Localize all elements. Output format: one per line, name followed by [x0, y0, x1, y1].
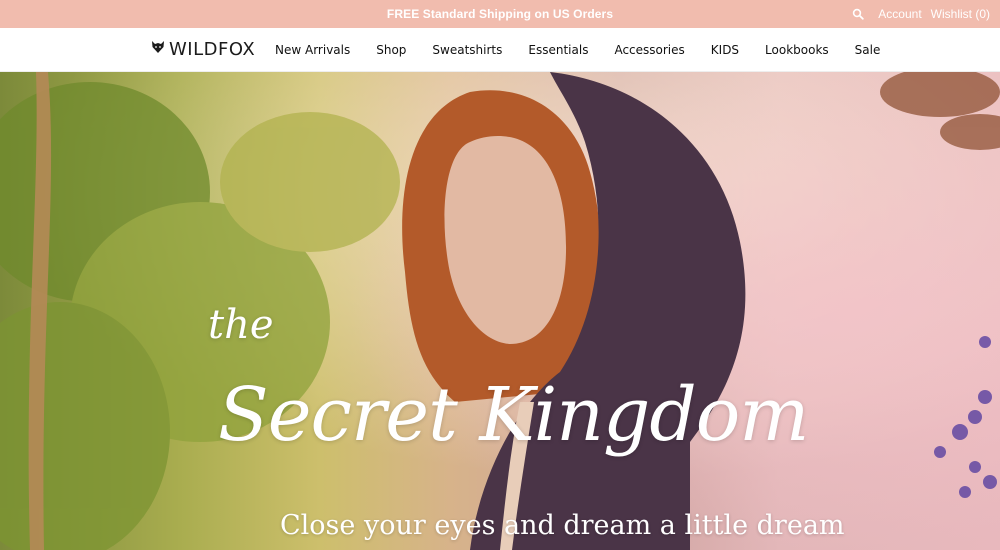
fox-head-icon	[150, 39, 166, 60]
wishlist-link[interactable]: Wishlist (0)	[931, 7, 990, 21]
shipping-promo[interactable]: FREE Standard Shipping on US Orders	[0, 0, 1000, 28]
nav-item-new-arrivals[interactable]: New Arrivals	[275, 43, 350, 57]
hero-headline: Secret Kingdom	[218, 372, 809, 458]
hero-image	[0, 72, 1000, 550]
nav-item-lookbooks[interactable]: Lookbooks	[765, 43, 829, 57]
headline-prefix: the	[208, 302, 274, 348]
hero-tagline: Close your eyes and dream a little dream	[280, 510, 845, 541]
nav-item-sweatshirts[interactable]: Sweatshirts	[432, 43, 502, 57]
announcement-bar: FREE Standard Shipping on US Orders Acco…	[0, 0, 1000, 28]
site-logo[interactable]: WILDFOX	[150, 37, 255, 61]
logo-text: WILDFOX	[169, 38, 256, 60]
nav-item-accessories[interactable]: Accessories	[614, 43, 684, 57]
hero-banner[interactable]: the Secret Kingdom Close your eyes and d…	[0, 72, 1000, 550]
search-icon[interactable]	[852, 8, 864, 20]
nav-menu: New Arrivals Shop Sweatshirts Essentials…	[275, 28, 906, 72]
main-nav: WILDFOX New Arrivals Shop Sweatshirts Es…	[0, 28, 1000, 72]
nav-item-shop[interactable]: Shop	[376, 43, 406, 57]
utility-links: Account Wishlist (0)	[852, 0, 990, 28]
nav-item-kids[interactable]: KIDS	[711, 43, 739, 57]
account-link[interactable]: Account	[878, 7, 921, 21]
nav-item-sale[interactable]: Sale	[855, 43, 881, 57]
nav-item-essentials[interactable]: Essentials	[528, 43, 588, 57]
